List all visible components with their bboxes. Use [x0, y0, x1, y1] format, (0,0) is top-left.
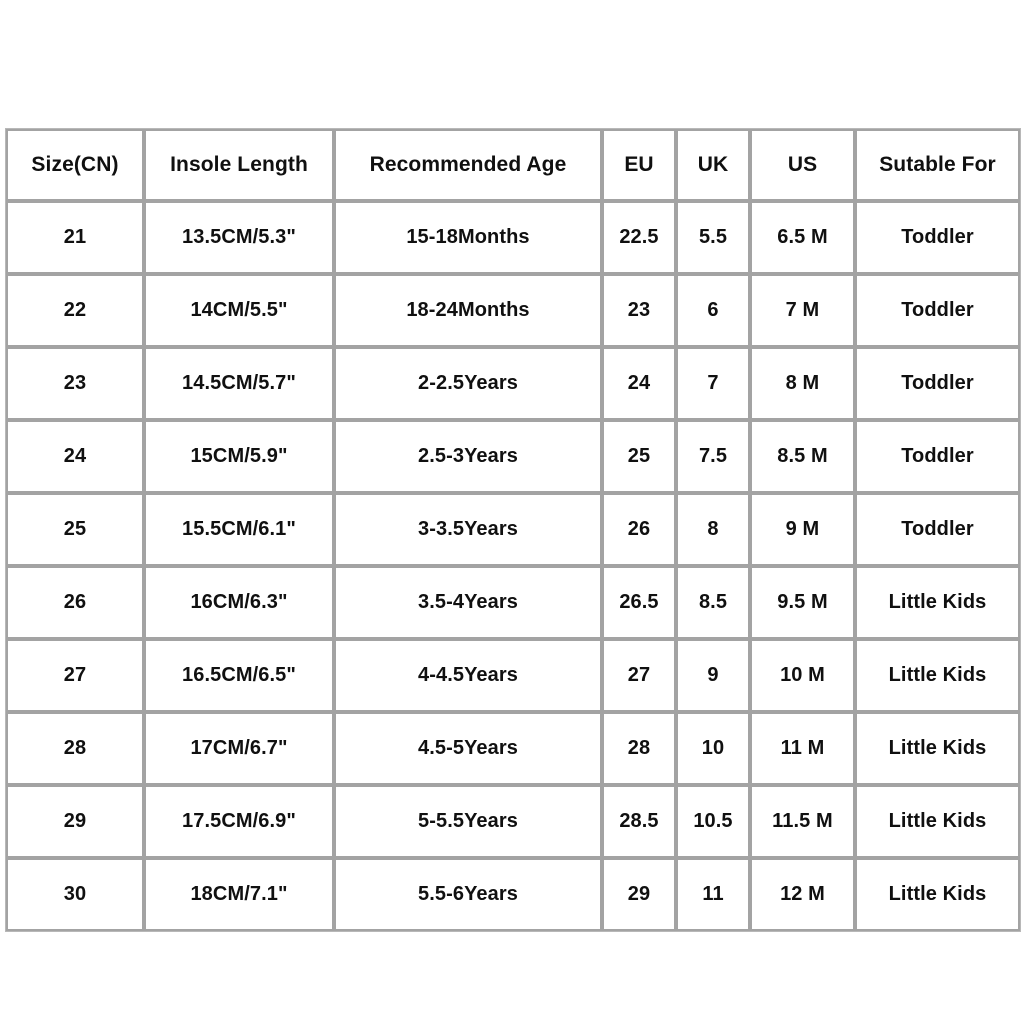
table-row: 25 15.5CM/6.1" 3-3.5Years 26 8 9 M Toddl… [6, 493, 1020, 566]
table-row: 21 13.5CM/5.3" 15-18Months 22.5 5.5 6.5 … [6, 201, 1020, 274]
cell-suitable: Toddler [855, 347, 1020, 420]
cell-eu: 22.5 [602, 201, 676, 274]
cell-us: 8.5 M [750, 420, 855, 493]
cell-eu: 29 [602, 858, 676, 931]
cell-us: 11 M [750, 712, 855, 785]
cell-uk: 8.5 [676, 566, 750, 639]
column-header-recommended-age: Recommended Age [334, 129, 602, 201]
cell-us: 12 M [750, 858, 855, 931]
cell-suitable: Toddler [855, 420, 1020, 493]
cell-age: 18-24Months [334, 274, 602, 347]
column-header-suitable-for: Sutable For [855, 129, 1020, 201]
cell-size-cn: 23 [6, 347, 144, 420]
cell-insole: 15.5CM/6.1" [144, 493, 334, 566]
cell-uk: 10 [676, 712, 750, 785]
cell-uk: 11 [676, 858, 750, 931]
table-header: Size(CN) Insole Length Recommended Age E… [6, 129, 1020, 201]
cell-us: 6.5 M [750, 201, 855, 274]
cell-us: 10 M [750, 639, 855, 712]
table-row: 30 18CM/7.1" 5.5-6Years 29 11 12 M Littl… [6, 858, 1020, 931]
cell-uk: 10.5 [676, 785, 750, 858]
column-header-eu: EU [602, 129, 676, 201]
table-row: 22 14CM/5.5" 18-24Months 23 6 7 M Toddle… [6, 274, 1020, 347]
cell-size-cn: 22 [6, 274, 144, 347]
column-header-insole-length: Insole Length [144, 129, 334, 201]
table-body: 21 13.5CM/5.3" 15-18Months 22.5 5.5 6.5 … [6, 201, 1020, 931]
cell-size-cn: 24 [6, 420, 144, 493]
cell-size-cn: 26 [6, 566, 144, 639]
cell-age: 4.5-5Years [334, 712, 602, 785]
cell-suitable: Little Kids [855, 785, 1020, 858]
cell-eu: 24 [602, 347, 676, 420]
cell-suitable: Little Kids [855, 712, 1020, 785]
cell-insole: 14CM/5.5" [144, 274, 334, 347]
cell-suitable: Toddler [855, 274, 1020, 347]
cell-suitable: Toddler [855, 493, 1020, 566]
table-header-row: Size(CN) Insole Length Recommended Age E… [6, 129, 1020, 201]
size-chart-container: Size(CN) Insole Length Recommended Age E… [5, 128, 1021, 932]
table-row: 28 17CM/6.7" 4.5-5Years 28 10 11 M Littl… [6, 712, 1020, 785]
cell-uk: 7 [676, 347, 750, 420]
table-row: 29 17.5CM/6.9" 5-5.5Years 28.5 10.5 11.5… [6, 785, 1020, 858]
cell-size-cn: 28 [6, 712, 144, 785]
cell-uk: 5.5 [676, 201, 750, 274]
page-canvas: Size(CN) Insole Length Recommended Age E… [0, 0, 1024, 1024]
cell-insole: 18CM/7.1" [144, 858, 334, 931]
cell-uk: 8 [676, 493, 750, 566]
cell-uk: 6 [676, 274, 750, 347]
cell-insole: 15CM/5.9" [144, 420, 334, 493]
cell-size-cn: 21 [6, 201, 144, 274]
table-row: 27 16.5CM/6.5" 4-4.5Years 27 9 10 M Litt… [6, 639, 1020, 712]
shoe-size-chart-table: Size(CN) Insole Length Recommended Age E… [5, 128, 1021, 932]
cell-age: 4-4.5Years [334, 639, 602, 712]
cell-size-cn: 30 [6, 858, 144, 931]
cell-age: 2-2.5Years [334, 347, 602, 420]
cell-uk: 7.5 [676, 420, 750, 493]
cell-insole: 14.5CM/5.7" [144, 347, 334, 420]
cell-suitable: Little Kids [855, 639, 1020, 712]
cell-us: 9 M [750, 493, 855, 566]
cell-eu: 28.5 [602, 785, 676, 858]
cell-eu: 26 [602, 493, 676, 566]
cell-eu: 23 [602, 274, 676, 347]
cell-insole: 16.5CM/6.5" [144, 639, 334, 712]
cell-size-cn: 29 [6, 785, 144, 858]
cell-size-cn: 27 [6, 639, 144, 712]
column-header-us: US [750, 129, 855, 201]
cell-us: 8 M [750, 347, 855, 420]
table-row: 23 14.5CM/5.7" 2-2.5Years 24 7 8 M Toddl… [6, 347, 1020, 420]
cell-eu: 25 [602, 420, 676, 493]
cell-us: 7 M [750, 274, 855, 347]
cell-age: 15-18Months [334, 201, 602, 274]
cell-eu: 26.5 [602, 566, 676, 639]
column-header-uk: UK [676, 129, 750, 201]
table-row: 26 16CM/6.3" 3.5-4Years 26.5 8.5 9.5 M L… [6, 566, 1020, 639]
cell-age: 2.5-3Years [334, 420, 602, 493]
cell-us: 11.5 M [750, 785, 855, 858]
cell-age: 5-5.5Years [334, 785, 602, 858]
cell-age: 3-3.5Years [334, 493, 602, 566]
cell-us: 9.5 M [750, 566, 855, 639]
cell-suitable: Toddler [855, 201, 1020, 274]
cell-age: 3.5-4Years [334, 566, 602, 639]
table-row: 24 15CM/5.9" 2.5-3Years 25 7.5 8.5 M Tod… [6, 420, 1020, 493]
cell-uk: 9 [676, 639, 750, 712]
cell-size-cn: 25 [6, 493, 144, 566]
cell-age: 5.5-6Years [334, 858, 602, 931]
cell-suitable: Little Kids [855, 566, 1020, 639]
column-header-size-cn: Size(CN) [6, 129, 144, 201]
cell-insole: 17CM/6.7" [144, 712, 334, 785]
cell-eu: 28 [602, 712, 676, 785]
cell-insole: 17.5CM/6.9" [144, 785, 334, 858]
cell-insole: 13.5CM/5.3" [144, 201, 334, 274]
cell-eu: 27 [602, 639, 676, 712]
cell-suitable: Little Kids [855, 858, 1020, 931]
cell-insole: 16CM/6.3" [144, 566, 334, 639]
